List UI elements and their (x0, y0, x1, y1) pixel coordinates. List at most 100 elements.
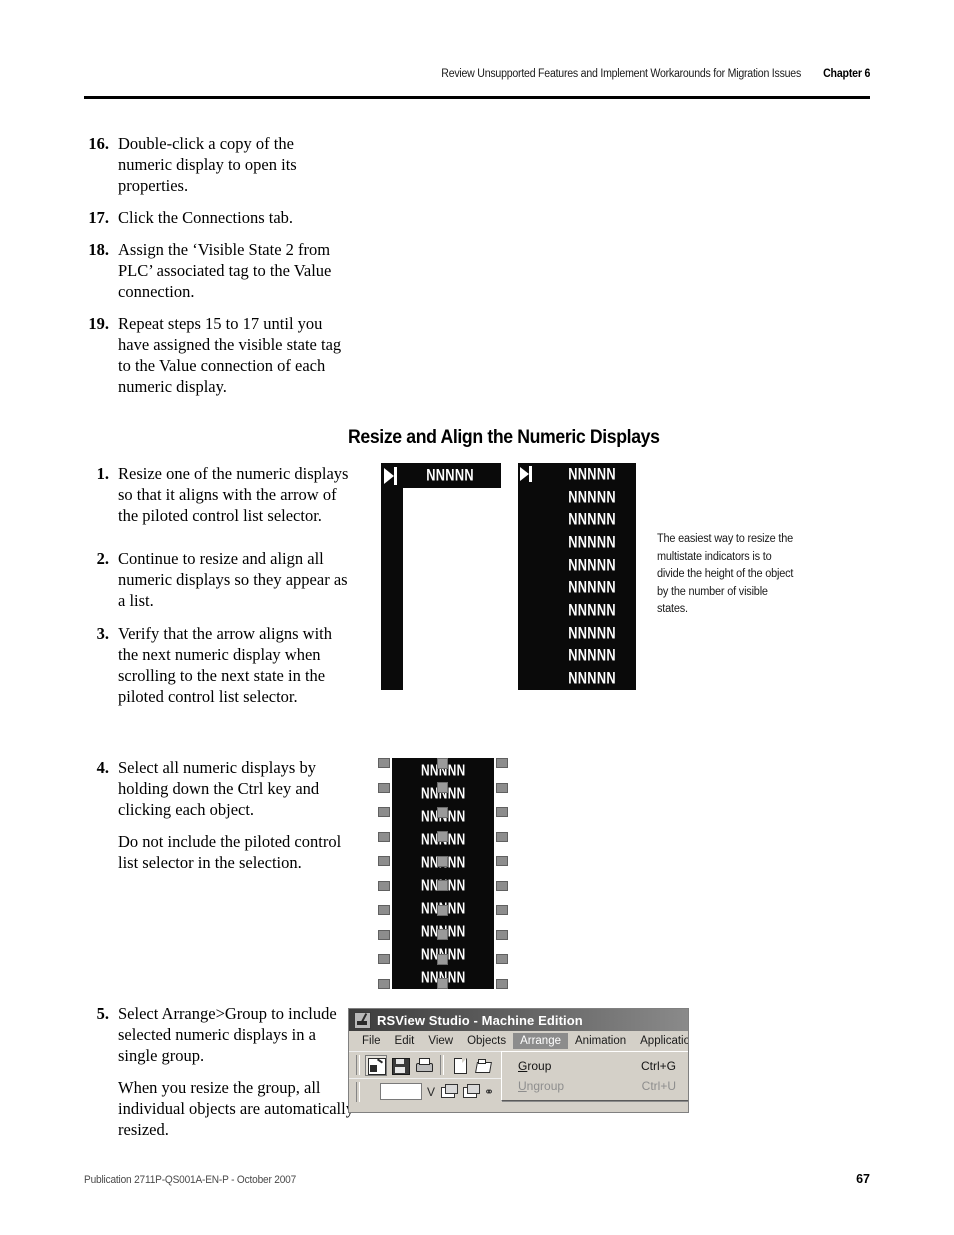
toolbar-grip[interactable] (356, 1055, 360, 1075)
selection-handle[interactable] (378, 758, 390, 768)
list-item: 3. Verify that the arrow aligns with the … (84, 623, 354, 707)
save-icon (392, 1057, 410, 1075)
menu-option-ungroup[interactable]: Ungroup Ctrl+U (502, 1076, 688, 1096)
toolbar-glyph-v[interactable]: V (427, 1085, 435, 1099)
list-item-paragraph: Repeat steps 15 to 17 until you have ass… (118, 314, 342, 396)
paste-icon[interactable] (462, 1084, 481, 1099)
menu-item-edit[interactable]: Edit (388, 1033, 422, 1049)
numeric-display-value: NNNNN (568, 464, 616, 484)
selection-handle[interactable] (437, 782, 448, 794)
menu-item-objects[interactable]: Objects (460, 1033, 513, 1049)
toolbar-save-button[interactable] (389, 1054, 411, 1076)
window-title: RSView Studio - Machine Edition (377, 1012, 583, 1028)
page-footer: Publication 2711P-QS001A-EN-P - October … (84, 1172, 870, 1186)
selection-handle[interactable] (496, 856, 508, 867)
numeric-display-row: NNNNN (518, 622, 636, 645)
selection-handle[interactable] (496, 758, 508, 768)
rsview-studio-window: RSView Studio - Machine Edition File Edi… (348, 1008, 689, 1113)
person-icon[interactable]: ⚭ (484, 1085, 494, 1099)
toolbar-print-button[interactable] (413, 1054, 435, 1076)
selection-handle[interactable] (496, 929, 508, 940)
menu-item-file[interactable]: File (355, 1033, 388, 1049)
numeric-display-value: NNNNN (568, 646, 616, 666)
selection-handle[interactable] (437, 806, 448, 818)
numeric-display-single: NNNNN (399, 463, 501, 488)
selection-handle[interactable] (378, 905, 390, 916)
selection-handle[interactable] (496, 831, 508, 842)
rsview-app-icon (354, 1011, 371, 1029)
selection-handle[interactable] (496, 905, 508, 916)
list-item-number: 2. (96, 549, 109, 568)
list-item-text: Repeat steps 15 to 17 until you have ass… (118, 313, 349, 397)
open-folder-icon (476, 1058, 492, 1073)
list-item-text: Select Arrange>Group to include selected… (118, 1003, 359, 1140)
selection-handle[interactable] (437, 904, 448, 916)
list-item: 17. Click the Connections tab. (84, 207, 349, 228)
numeric-display-value: NNNNN (568, 601, 616, 621)
selection-handle[interactable] (378, 929, 390, 940)
menu-item-application[interactable]: Application (633, 1033, 688, 1049)
selection-handle[interactable] (378, 807, 390, 818)
list-item-paragraph: Click the Connections tab. (118, 208, 294, 227)
list-item: 4. Select all numeric displays by holding… (84, 757, 349, 873)
list-item-text: Double-click a copy of the numeric displ… (118, 133, 349, 196)
selection-handle[interactable] (378, 954, 390, 965)
toolbar-grip[interactable] (356, 1081, 360, 1102)
selection-handle[interactable] (437, 977, 448, 989)
header-text: Review Unsupported Features and Implemen… (410, 68, 870, 80)
accesskey-g: G (518, 1059, 528, 1073)
selector-arrow-icon (520, 467, 529, 481)
list-item-text: Select all numeric displays by holding d… (118, 757, 349, 873)
selection-handle[interactable] (378, 856, 390, 867)
numeric-display-stack-rows: NNNNN NNNNN NNNNN NNNNN NNNNN NNNNN NNNN… (518, 463, 636, 690)
procedure-list-select-displays: 4. Select all numeric displays by holding… (84, 757, 349, 883)
menu-option-group[interactable]: Group Ctrl+G (502, 1056, 688, 1076)
selection-handle[interactable] (437, 880, 448, 892)
menu-option-ungroup-label: Ungroup (518, 1079, 564, 1093)
toolbar-new-button[interactable] (449, 1054, 471, 1076)
numeric-display-value: NNNNN (568, 578, 616, 598)
selection-handle[interactable] (496, 807, 508, 818)
list-item-number: 4. (96, 758, 109, 777)
arrange-menu-dropdown: Group Ctrl+G Ungroup Ctrl+U (501, 1051, 688, 1101)
menu-item-animation[interactable]: Animation (568, 1033, 633, 1049)
list-item-paragraph: Continue to resize and align all numeric… (118, 549, 348, 610)
menu-item-arrange[interactable]: Arrange (513, 1033, 568, 1049)
selection-handle[interactable] (496, 782, 508, 793)
selection-handle[interactable] (437, 855, 448, 867)
selection-handle[interactable] (437, 758, 448, 769)
selection-handle[interactable] (437, 953, 448, 965)
list-item-paragraph: When you resize the group, all individua… (118, 1078, 354, 1139)
numeric-display-value: NNNNN (568, 487, 616, 507)
copy-icon[interactable] (440, 1084, 459, 1099)
selection-handle[interactable] (496, 978, 508, 989)
toolbar-display-button[interactable] (365, 1054, 387, 1076)
selection-handle[interactable] (437, 929, 448, 941)
page-header: Review Unsupported Features and Implemen… (84, 68, 870, 102)
selection-handle[interactable] (378, 978, 390, 989)
numeric-display-row: NNNNN (518, 508, 636, 531)
list-item-text: Resize one of the numeric displays so th… (118, 463, 354, 526)
procedure-list-continued: 16. Double-click a copy of the numeric di… (84, 133, 349, 408)
selection-handles-middle[interactable] (437, 758, 449, 989)
selection-handle[interactable] (378, 782, 390, 793)
numeric-display-row: NNNNN (518, 531, 636, 554)
menu-option-group-label: Group (518, 1059, 551, 1073)
selection-handle[interactable] (496, 880, 508, 891)
toolbar-combobox[interactable] (380, 1083, 422, 1100)
list-item-paragraph: Verify that the arrow aligns with the ne… (118, 624, 332, 706)
selection-handle[interactable] (378, 880, 390, 891)
window-titlebar[interactable]: RSView Studio - Machine Edition (349, 1009, 688, 1031)
toolbar-open-button[interactable] (473, 1054, 495, 1076)
selection-handles-right[interactable] (496, 758, 508, 989)
figure-selected-numeric-displays: NNNNN NNNNN NNNNN NNNNN NNNNN NNNNN NNNN… (378, 758, 508, 989)
list-item: 16. Double-click a copy of the numeric di… (84, 133, 349, 196)
menu-item-view[interactable]: View (421, 1033, 460, 1049)
toolbar-separator (440, 1055, 444, 1075)
selection-handle[interactable] (437, 831, 448, 843)
selection-handle[interactable] (378, 831, 390, 842)
selection-handles-left[interactable] (378, 758, 390, 989)
selection-handle[interactable] (496, 954, 508, 965)
numeric-display-value: NNNNN (568, 532, 616, 552)
list-item: 2. Continue to resize and align all numer… (84, 548, 354, 611)
